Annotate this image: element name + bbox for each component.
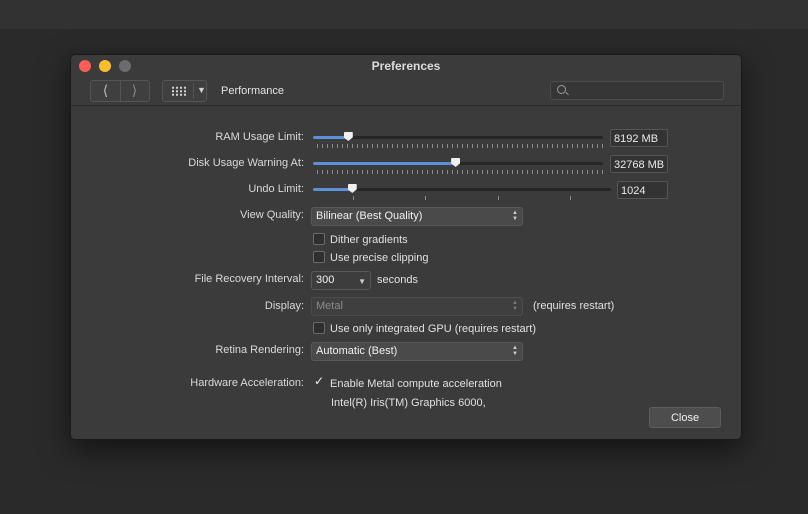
dropdown-arrow-icon[interactable]: ▼: [193, 83, 206, 99]
precise-clipping-checkbox[interactable]: [313, 251, 325, 263]
disk-warning-label: Disk Usage Warning At:: [188, 157, 304, 169]
disk-warning-value[interactable]: 32768 MB: [610, 155, 668, 173]
window-title: Preferences: [371, 59, 441, 73]
display-select: Metal ▲ ▼: [311, 297, 523, 316]
forward-button[interactable]: ⟩: [120, 81, 149, 101]
up-down-arrows-icon: ▲ ▼: [512, 210, 518, 222]
disk-warning-ticks: [317, 170, 603, 174]
search-input[interactable]: [550, 81, 724, 100]
view-quality-value: Bilinear (Best Quality): [316, 210, 423, 222]
file-recovery-unit: seconds: [377, 274, 418, 286]
grid-icon: [171, 86, 187, 96]
disk-warning-slider[interactable]: [313, 158, 603, 167]
display-restart-note: (requires restart): [533, 300, 615, 312]
metal-compute-checkbox[interactable]: ✓: [313, 374, 325, 389]
gpu-name: Intel(R) Iris(TM) Graphics 6000,: [331, 397, 486, 409]
undo-limit-slider[interactable]: [313, 184, 611, 193]
disk-warning-knob[interactable]: [451, 158, 461, 167]
undo-tick: [425, 196, 426, 200]
disk-warning-fill: [313, 162, 456, 165]
file-recovery-value: 300: [316, 274, 335, 286]
display-label: Display:: [264, 300, 304, 312]
up-down-arrows-icon: ▲ ▼: [512, 300, 518, 312]
undo-limit-value[interactable]: 1024: [617, 181, 668, 199]
undo-tick: [353, 196, 354, 200]
dither-gradients-label: Dither gradients: [330, 234, 408, 246]
integrated-gpu-label: Use only integrated GPU (requires restar…: [330, 323, 537, 335]
ram-limit-knob[interactable]: [343, 132, 353, 141]
ram-limit-fill: [313, 136, 348, 139]
view-quality-select[interactable]: Bilinear (Best Quality) ▲ ▼: [311, 207, 523, 226]
back-button[interactable]: ⟨: [91, 81, 121, 101]
retina-rendering-value: Automatic (Best): [316, 345, 398, 357]
undo-limit-knob[interactable]: [347, 184, 357, 193]
chevron-down-icon[interactable]: ▼: [358, 273, 366, 290]
navigation-group: ⟨ ⟩: [90, 80, 150, 102]
page-title: Performance: [221, 85, 284, 97]
file-recovery-combo[interactable]: 300 ▼: [311, 271, 371, 290]
integrated-gpu-checkbox[interactable]: [313, 322, 325, 334]
checkmark-icon: ✓: [314, 374, 325, 388]
undo-tick: [570, 196, 571, 200]
preferences-window: Preferences ⟨ ⟩ ▼ Performance RAM Usage …: [70, 54, 742, 440]
search-icon: [557, 85, 566, 94]
chevron-right-icon: ⟩: [131, 82, 138, 98]
view-quality-label: View Quality:: [240, 209, 304, 221]
hardware-acceleration-label: Hardware Acceleration:: [190, 377, 304, 389]
undo-tick: [498, 196, 499, 200]
precise-clipping-label: Use precise clipping: [330, 252, 429, 264]
ram-limit-slider[interactable]: [313, 132, 603, 141]
undo-limit-fill: [313, 188, 352, 191]
ram-limit-label: RAM Usage Limit:: [215, 131, 304, 143]
up-down-arrows-icon: ▲ ▼: [512, 345, 518, 357]
ram-limit-ticks: [317, 144, 603, 148]
show-all-button[interactable]: ▼: [162, 80, 207, 102]
metal-compute-label: Enable Metal compute acceleration: [330, 378, 502, 390]
background-menubar: [0, 0, 808, 29]
file-recovery-label: File Recovery Interval:: [194, 273, 304, 285]
undo-limit-label: Undo Limit:: [248, 183, 304, 195]
display-value: Metal: [316, 300, 343, 312]
retina-rendering-select[interactable]: Automatic (Best) ▲ ▼: [311, 342, 523, 361]
close-button[interactable]: Close: [649, 407, 721, 428]
ram-limit-value[interactable]: 8192 MB: [610, 129, 668, 147]
toolbar: ⟨ ⟩ ▼ Performance: [71, 77, 741, 106]
retina-rendering-label: Retina Rendering:: [215, 344, 304, 356]
dither-gradients-checkbox[interactable]: [313, 233, 325, 245]
chevron-left-icon: ⟨: [102, 82, 109, 98]
title-bar[interactable]: Preferences: [71, 55, 741, 77]
